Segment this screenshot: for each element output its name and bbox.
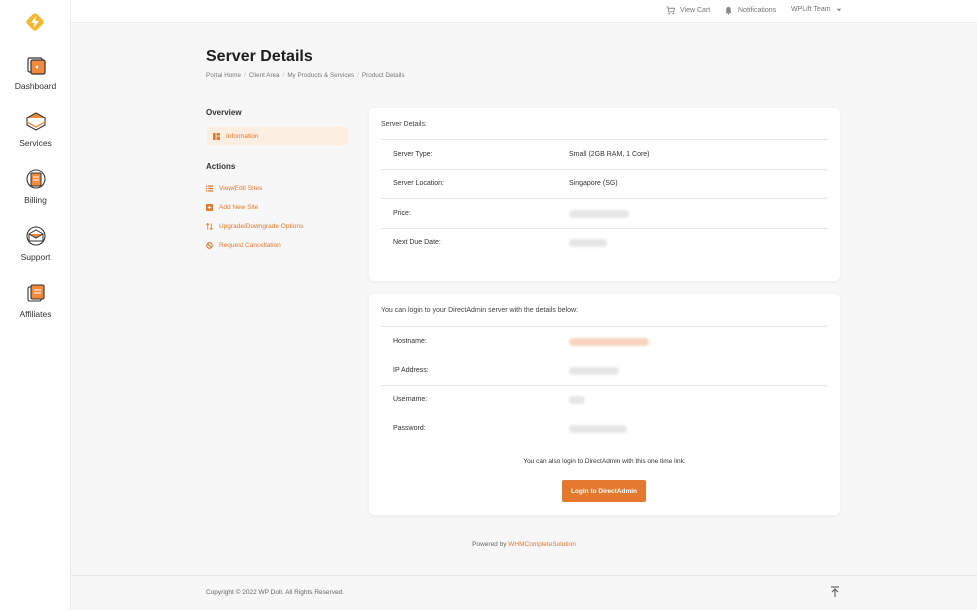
- server-location-label: Server Location:: [393, 180, 444, 187]
- username-value-redacted: [569, 395, 585, 404]
- notifications-label: Notifications: [738, 7, 777, 14]
- bell-icon: [725, 6, 732, 15]
- server-location-row: Server Location: Singapore (SG): [381, 169, 828, 198]
- breadcrumb-product-details: Product Details: [361, 72, 405, 79]
- sidebar-item-dashboard[interactable]: Dashboard: [0, 54, 71, 91]
- chevron-down-icon: [836, 8, 841, 11]
- next-due-date-row: Next Due Date:: [381, 228, 828, 257]
- breadcrumb-client-area[interactable]: Client Area: [249, 72, 280, 79]
- login-to-directadmin-button[interactable]: Login to DirectAdmin: [562, 480, 646, 502]
- server-details-card: Server Details: Server Type: Small (2GB …: [369, 108, 840, 281]
- footer: Copyright © 2022 WP Doll. All Rights Res…: [71, 575, 977, 610]
- sidebar-item-label: Affiliates: [19, 309, 52, 319]
- server-details-heading: Server Details:: [381, 121, 427, 128]
- powered-by: Powered by WHMCompleteSolution: [0, 541, 977, 548]
- view-edit-sites-link[interactable]: View/Edit Sites: [206, 185, 262, 192]
- hostname-value-redacted: [569, 337, 649, 346]
- hostname-label: Hostname:: [393, 338, 427, 345]
- billing-icon: [25, 169, 46, 189]
- password-label: Password:: [393, 425, 426, 432]
- services-icon: [25, 112, 46, 131]
- view-cart-label: View Cart: [680, 7, 711, 14]
- one-time-link-note: You can also login to DirectAdmin with t…: [523, 458, 686, 465]
- breadcrumb-separator: /: [282, 72, 285, 79]
- view-cart-link[interactable]: View Cart: [666, 6, 710, 15]
- copyright-text: Copyright © 2022 WP Doll. All Rights Res…: [206, 589, 344, 596]
- price-label: Price:: [393, 210, 411, 217]
- account-label: WPLift Team: [791, 6, 831, 13]
- sidebar-item-label: Support: [20, 252, 51, 262]
- breadcrumb-portal-home[interactable]: Portal Home: [206, 72, 241, 79]
- account-menu[interactable]: WPLift Team: [791, 6, 842, 13]
- breadcrumb-separator: /: [357, 72, 359, 79]
- back-to-top-icon[interactable]: [830, 586, 840, 598]
- next-due-date-value-redacted: [569, 238, 607, 247]
- plus-square-icon: [206, 204, 213, 211]
- notifications-link[interactable]: Notifications: [724, 6, 776, 15]
- login-intro-text: You can login to your DirectAdmin server…: [381, 307, 579, 314]
- actions-heading: Actions: [206, 162, 236, 171]
- sidenav-item-information[interactable]: Information: [207, 127, 348, 145]
- dashboard-icon: [26, 57, 46, 75]
- sidebar-item-services[interactable]: Services: [0, 111, 71, 148]
- hostname-row: Hostname:: [381, 327, 828, 356]
- server-type-value: Small (2GB RAM, 1 Core): [569, 151, 650, 158]
- password-row: Password:: [381, 414, 828, 443]
- sort-arrows-icon: [206, 223, 213, 230]
- page-title: Server Details: [206, 48, 313, 65]
- breadcrumb-separator: /: [244, 72, 246, 79]
- upgrade-downgrade-label: Upgrade/Downgrade Options: [219, 223, 304, 230]
- overview-heading: Overview: [206, 108, 242, 117]
- powered-by-prefix: Powered by: [472, 541, 507, 548]
- sidebar-item-label: Billing: [24, 195, 47, 205]
- server-type-row: Server Type: Small (2GB RAM, 1 Core): [381, 140, 828, 169]
- sidebar-item-label: Services: [19, 138, 52, 148]
- sidebar-item-billing[interactable]: Billing: [0, 168, 71, 205]
- request-cancellation-link[interactable]: Request Cancellation: [206, 242, 281, 249]
- username-row: Username:: [381, 385, 828, 414]
- sidebar: Dashboard Services Billing Support Affil…: [0, 0, 71, 610]
- cart-icon: [666, 6, 675, 15]
- price-row: Price:: [381, 199, 828, 228]
- server-type-label: Server Type:: [393, 151, 433, 158]
- breadcrumb-products-services[interactable]: My Products & Services: [287, 72, 354, 79]
- next-due-date-label: Next Due Date:: [393, 239, 441, 246]
- username-label: Username:: [393, 396, 428, 403]
- support-icon: [25, 226, 46, 246]
- breadcrumb: Portal Home / Client Area / My Products & …: [206, 72, 405, 79]
- password-value-redacted: [569, 424, 627, 433]
- bolt-logo-icon[interactable]: [25, 12, 45, 32]
- ip-address-label: IP Address:: [393, 367, 429, 374]
- affiliates-icon: [26, 284, 45, 302]
- info-grid-icon: [213, 132, 220, 140]
- ip-address-row: IP Address:: [381, 356, 828, 385]
- information-label: Information: [226, 132, 259, 140]
- request-cancellation-label: Request Cancellation: [219, 242, 281, 249]
- add-new-site-link[interactable]: Add New Site: [206, 204, 258, 211]
- sidebar-item-label: Dashboard: [14, 81, 57, 91]
- upgrade-downgrade-link[interactable]: Upgrade/Downgrade Options: [206, 223, 303, 230]
- topbar: View Cart Notifications WPLift Team: [71, 0, 977, 23]
- ban-icon: [206, 242, 213, 249]
- sidebar-item-affiliates[interactable]: Affiliates: [0, 282, 71, 319]
- price-value-redacted: [569, 209, 629, 218]
- sidebar-item-support[interactable]: Support: [0, 225, 71, 262]
- whmcs-link[interactable]: WHMCompleteSolution: [508, 541, 576, 548]
- server-location-value: Singapore (SG): [569, 180, 618, 187]
- list-icon: [206, 185, 213, 192]
- add-new-site-label: Add New Site: [219, 204, 259, 211]
- ip-address-value-redacted: [569, 366, 619, 375]
- directadmin-login-card: You can login to your DirectAdmin server…: [369, 294, 840, 515]
- view-edit-sites-label: View/Edit Sites: [219, 185, 263, 192]
